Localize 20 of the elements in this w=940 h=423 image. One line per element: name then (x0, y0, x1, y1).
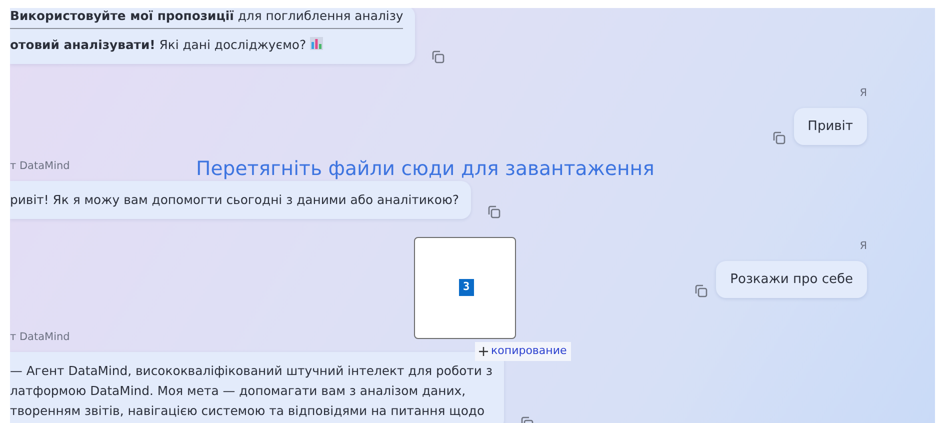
count-badge: 3 (459, 279, 474, 296)
copy-icon[interactable] (772, 131, 786, 146)
message-text: творенням звітів, навігацією системою та відповідями на питання щодо (10, 402, 486, 420)
drop-hint: Перетягніть файли сюди для завантаження (196, 156, 654, 182)
copy-tooltip: копирование (475, 342, 571, 360)
message-bubble: Привіт (794, 108, 867, 146)
plus-icon (479, 346, 488, 356)
copy-icon[interactable] (487, 205, 501, 219)
message-text: отовий аналізувати! Які дані досліджуємо? (10, 35, 404, 55)
message-text: ривіт! Як я можу вам допомогти сьогодні з даними або аналітикою? (10, 191, 459, 209)
sender-label: Я (860, 239, 867, 254)
copy-icon[interactable] (694, 284, 708, 298)
copy-icon[interactable] (431, 50, 446, 64)
sender-label: т DataMind (10, 330, 70, 346)
message-text: Використовуйте мої пропозиції для поглиблення аналізу (10, 8, 404, 25)
message-text: латформою DataMind. Моя мета — допомагати вам з аналізом даних, (10, 382, 467, 400)
sender-label: Я (860, 86, 867, 101)
message-text: — Агент DataMind, висококваліфікований штучний інтелект для роботи з (10, 362, 492, 380)
message-bubble: Розкажи про себе (716, 260, 867, 298)
sender-label: т DataMind (10, 159, 70, 174)
